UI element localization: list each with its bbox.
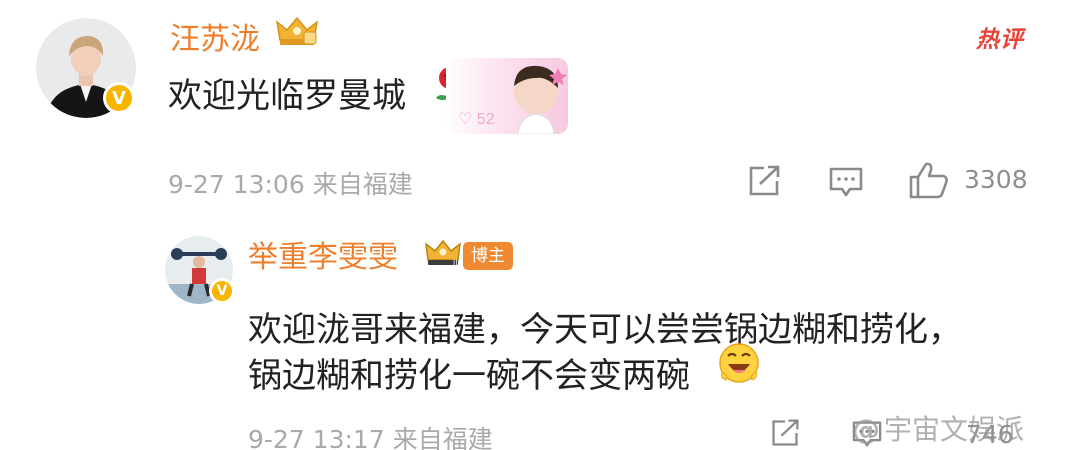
location: 来自福建	[312, 170, 413, 199]
comment-text-line: 锅边糊和捞化一碗不会变两碗	[248, 356, 690, 396]
share-icon[interactable]	[768, 418, 802, 448]
comment-text-line: 欢迎泷哥来福建，今天可以尝尝锅边糊和捞化，	[248, 310, 962, 350]
like-count: 3308	[964, 165, 1028, 194]
like-icon[interactable]	[908, 160, 950, 200]
watermark-at-icon: @	[852, 413, 880, 446]
reply-icon[interactable]	[828, 166, 864, 198]
laughing-emoji-icon	[719, 343, 759, 383]
crown-level: II	[453, 258, 457, 267]
svg-text:♡ 52: ♡ 52	[458, 111, 495, 128]
timestamp: 9-27 13:06	[168, 170, 305, 199]
location: 来自福建	[392, 425, 493, 450]
comment-author[interactable]: 举重李雯雯	[248, 232, 398, 276]
fan-sticker-card: ♡ 52	[446, 58, 568, 134]
blogger-badge: 博主	[463, 242, 513, 270]
timestamp: 9-27 13:17	[248, 425, 385, 450]
comment-meta: 9-27 13:17 来自福建	[248, 420, 493, 450]
share-icon[interactable]	[746, 164, 782, 198]
crown-badge-icon: II	[425, 239, 461, 267]
crown-badge-icon	[275, 16, 319, 45]
verified-v-icon: V	[103, 82, 135, 114]
watermark-text: 宇宙文娱派	[884, 413, 1025, 446]
hot-comment-badge: 热评	[976, 27, 1024, 53]
comment-author[interactable]: 汪苏泷	[170, 14, 260, 58]
verified-v-icon: V	[209, 278, 235, 304]
comment-text: 欢迎光临罗曼城	[168, 76, 406, 116]
comment-thread: V 汪苏泷 热评 欢迎光临罗曼城 ♡ 52 9-27 13:06 来自福建 33…	[0, 0, 1070, 450]
comment-meta: 9-27 13:06 来自福建	[168, 165, 413, 201]
watermark: @ 宇宙文娱派	[852, 408, 1024, 448]
